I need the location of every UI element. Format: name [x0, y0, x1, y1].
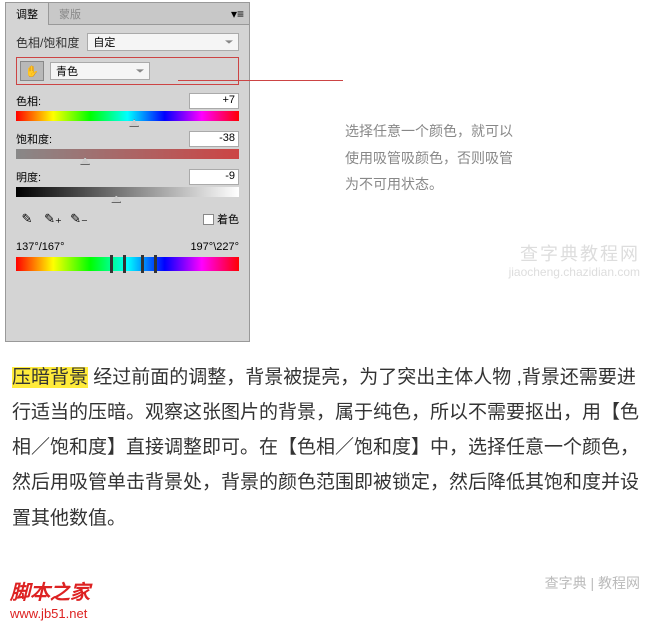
eyedropper-add-icon[interactable]: ✎₊ — [42, 209, 64, 229]
range-marker-3[interactable] — [141, 255, 144, 273]
watermark-main: 查字典教程网 — [520, 240, 640, 266]
hue-label: 色相: — [16, 93, 41, 109]
color-range-value: 青色 — [56, 63, 78, 79]
tab-masks[interactable]: 蒙版 — [49, 3, 91, 25]
lightness-value[interactable]: -9 — [189, 169, 239, 185]
preset-dropdown[interactable]: 自定 — [87, 33, 239, 51]
hue-thumb[interactable] — [129, 119, 139, 127]
article-body: 经过前面的调整，背景被提亮，为了突出主体人物 ,背景还需要进行适当的压暗。观察这… — [12, 367, 639, 529]
panel-menu-icon[interactable]: ▾≡ — [231, 7, 244, 21]
range-marker-1[interactable] — [110, 255, 113, 273]
hue-value[interactable]: +7 — [189, 93, 239, 109]
colorize-checkbox[interactable] — [203, 214, 214, 225]
tab-adjustments[interactable]: 调整 — [6, 3, 49, 25]
spectrum-bar[interactable] — [16, 257, 239, 271]
saturation-value[interactable]: -38 — [189, 131, 239, 147]
targeted-adjust-icon[interactable]: ✋ — [20, 61, 44, 81]
saturation-label: 饱和度: — [16, 131, 52, 147]
lightness-thumb[interactable] — [111, 195, 121, 203]
color-range-dropdown[interactable]: 青色 — [50, 62, 150, 80]
article-text: 压暗背景 经过前面的调整，背景被提亮，为了突出主体人物 ,背景还需要进行适当的压… — [12, 360, 640, 536]
article-highlight: 压暗背景 — [12, 367, 88, 388]
adjustment-title: 色相/饱和度 — [16, 34, 79, 51]
hue-slider[interactable] — [16, 111, 239, 121]
range-marker-2[interactable] — [123, 255, 126, 273]
panel-body: 色相/饱和度 自定 ✋ 青色 色相: +7 饱和度: -38 明度: -9 — [6, 25, 249, 279]
lightness-slider[interactable] — [16, 187, 239, 197]
lightness-label: 明度: — [16, 169, 41, 185]
callout-line — [178, 80, 343, 81]
saturation-group: 饱和度: -38 — [16, 131, 239, 159]
adjustments-panel: 调整 蒙版 ▾≡ 色相/饱和度 自定 ✋ 青色 色相: +7 饱和度: -38 — [5, 2, 250, 342]
range-values: 137°/167° 197°\227° — [16, 241, 239, 253]
annotation-text: 选择任意一个颜色，就可以使用吸管吸颜色，否则吸管为不可用状态。 — [345, 118, 520, 198]
title-row: 色相/饱和度 自定 — [16, 33, 239, 51]
eyedropper-icon[interactable]: ✎ — [16, 209, 38, 229]
hue-group: 色相: +7 — [16, 93, 239, 121]
footer-brand: 脚本之家 — [10, 576, 90, 605]
footer-right: 查字典 | 教程网 — [545, 573, 640, 593]
watermark-sub: jiaocheng.chazidian.com — [509, 265, 640, 279]
preset-value: 自定 — [93, 34, 115, 50]
range-left: 137°/167° — [16, 241, 65, 253]
saturation-thumb[interactable] — [80, 157, 90, 165]
colorize-row[interactable]: 着色 — [203, 211, 239, 227]
saturation-slider[interactable] — [16, 149, 239, 159]
lightness-group: 明度: -9 — [16, 169, 239, 197]
range-marker-4[interactable] — [154, 255, 157, 273]
eyedropper-row: ✎ ✎₊ ✎₋ 着色 — [16, 209, 239, 229]
panel-tabs: 调整 蒙版 ▾≡ — [6, 3, 249, 25]
colorize-label: 着色 — [217, 211, 239, 227]
range-right: 197°\227° — [190, 241, 239, 253]
footer-url: www.jb51.net — [10, 606, 87, 621]
eyedropper-subtract-icon[interactable]: ✎₋ — [68, 209, 90, 229]
